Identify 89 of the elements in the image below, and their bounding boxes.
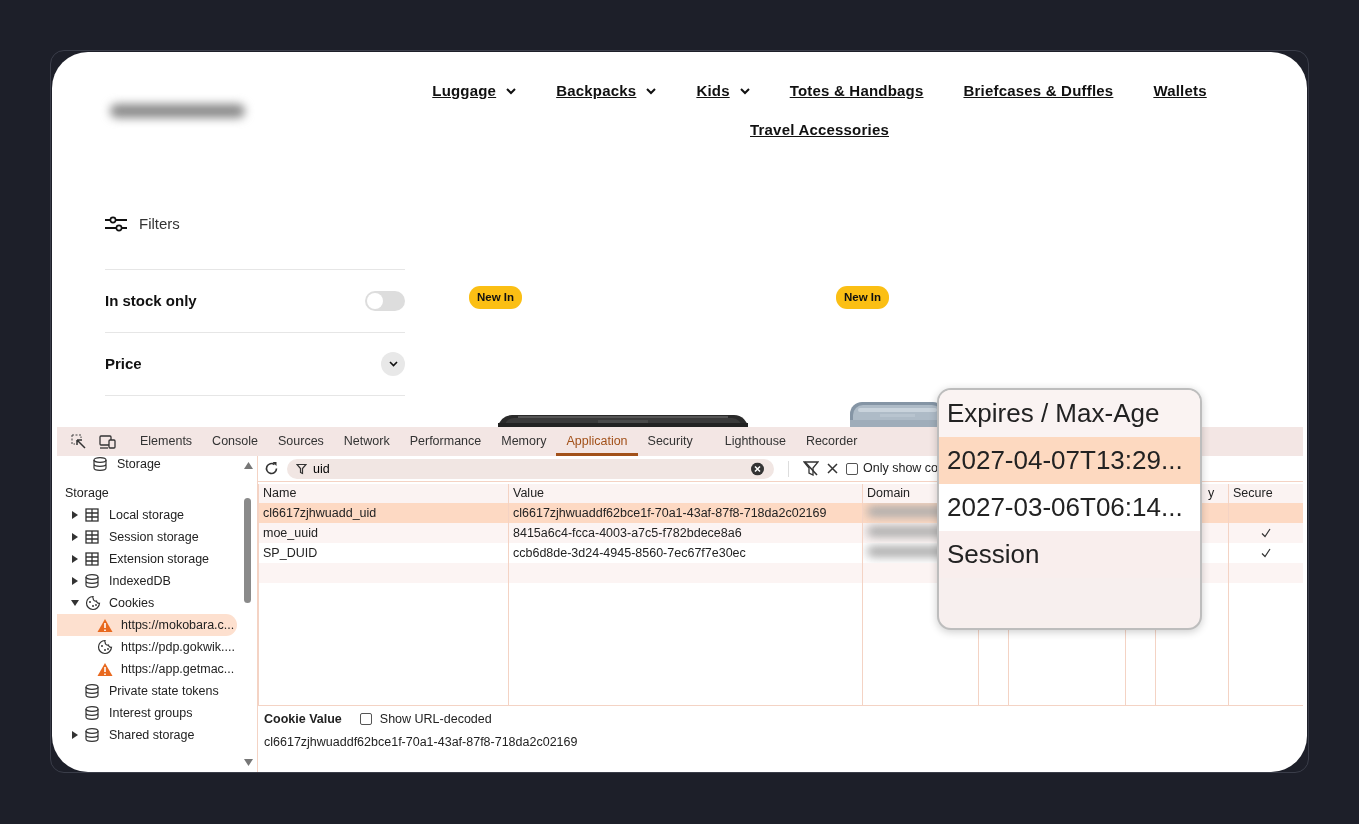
checkbox[interactable]	[359, 713, 372, 726]
tree-item[interactable]: Cookies	[109, 593, 155, 613]
table-icon	[85, 508, 99, 522]
section-heading: Cookie Value	[264, 711, 342, 728]
table-cell: 8415a6c4-fcca-4003-a7c5-f782bdece8a6	[513, 525, 742, 540]
tree-item[interactable]: Shared storage	[109, 725, 195, 745]
checkbox[interactable]	[846, 462, 858, 475]
chevron-down-icon	[739, 87, 750, 95]
filter-label: Price	[105, 353, 142, 374]
filter-label: In stock only	[105, 290, 197, 311]
database-icon	[85, 574, 99, 588]
column-header[interactable]: Name	[263, 486, 297, 501]
warning-icon	[97, 661, 113, 677]
table-cell: cl6617zjhwuadd_uid	[263, 505, 377, 520]
tree-item[interactable]: Local storage	[109, 505, 185, 525]
chevron-down-icon	[388, 361, 398, 367]
devtools-tab[interactable]: Application	[556, 427, 638, 456]
devtools-tab[interactable]: Console	[202, 427, 268, 456]
devtools-tab[interactable]: Sources	[268, 427, 334, 456]
database-icon	[85, 706, 99, 720]
inspect-icon[interactable]	[71, 433, 87, 450]
expand-arrow-icon[interactable]	[72, 555, 78, 563]
tree-item[interactable]: https://pdp.gokwik....	[121, 637, 235, 657]
tree-item[interactable]: Session storage	[109, 527, 199, 547]
devtools-tab[interactable]: Performance	[399, 427, 492, 456]
cookie-value-text: cl6617zjhwuaddf62bce1f-70a1-43af-87f8-718da2c02169	[264, 733, 579, 751]
tree-item[interactable]: Extension storage	[109, 549, 210, 569]
expand-arrow-icon[interactable]	[72, 533, 78, 541]
database-icon	[85, 728, 99, 742]
nav-link[interactable]: Briefcases & Duffles	[963, 80, 1114, 103]
filters-label: Filters	[139, 213, 180, 234]
table-icon	[85, 530, 99, 544]
tree-item[interactable]: IndexedDB	[109, 571, 171, 591]
nav-link[interactable]: Backpacks	[556, 80, 657, 103]
collapse-arrow-icon[interactable]	[71, 600, 79, 606]
table-cell: ccb6d8de-3d24-4945-8560-7ec67f7e30ec	[513, 545, 746, 560]
devtools-tab[interactable]: Elements	[130, 427, 203, 456]
tree-item[interactable]: Storage	[117, 456, 161, 474]
database-icon	[85, 684, 99, 698]
cookie-icon	[97, 639, 113, 655]
sliders-icon[interactable]	[105, 216, 127, 232]
cookie-icon	[85, 595, 101, 611]
new-badge: New In	[469, 286, 523, 310]
new-badge: New In	[836, 286, 890, 310]
column-header: Expires / Max-Age	[947, 397, 1160, 430]
table-cell: SP_DUID	[263, 545, 318, 560]
tree-item[interactable]: https://app.getmac...	[121, 659, 235, 679]
filter-icon	[296, 463, 307, 474]
scroll-up-icon[interactable]	[244, 462, 253, 469]
device-toolbar-icon[interactable]	[99, 434, 116, 449]
tree-item[interactable]: Private state tokens	[109, 681, 219, 701]
devtools-tab[interactable]: Lighthouse	[714, 427, 796, 456]
warning-icon	[97, 617, 113, 633]
close-icon[interactable]	[827, 463, 838, 474]
devtools-tab[interactable]: Memory	[491, 427, 557, 456]
table-cell-text: Session	[947, 538, 1040, 571]
database-icon	[93, 457, 107, 471]
clear-icon[interactable]	[751, 462, 764, 475]
column-header[interactable]: Value	[513, 486, 545, 501]
checkbox-label: Only show co	[863, 460, 939, 478]
table-cell: cl6617zjhwuaddf62bce1f-70a1-43af-87f8-718da2c02169	[513, 505, 827, 520]
scroll-down-icon[interactable]	[244, 759, 253, 766]
devtools-tab[interactable]: Security	[637, 427, 703, 456]
section-heading: Storage	[65, 484, 109, 502]
expand-button[interactable]	[381, 352, 405, 376]
nav-link[interactable]: Travel Accessories	[750, 118, 889, 141]
column-header[interactable]: y	[1208, 486, 1215, 501]
chevron-down-icon	[646, 87, 657, 95]
devtools-tab[interactable]: Recorder	[795, 427, 868, 456]
table-icon	[85, 552, 99, 566]
nav-link[interactable]: Wallets	[1153, 80, 1207, 103]
tree-item[interactable]: Interest groups	[109, 703, 193, 723]
checkbox-label: Show URL-decoded	[379, 711, 492, 728]
table-cell-text: 2027-04-07T13:29...	[947, 444, 1183, 477]
clear-filter-icon[interactable]	[803, 461, 819, 476]
expand-arrow-icon[interactable]	[72, 577, 78, 585]
nav-link[interactable]: Luggage	[432, 80, 517, 103]
nav-link[interactable]: Kids	[696, 80, 750, 103]
expand-arrow-icon[interactable]	[72, 731, 78, 739]
chevron-down-icon	[506, 87, 517, 95]
scrollbar-thumb[interactable]	[244, 498, 251, 603]
table-cell: moe_uuid	[263, 525, 318, 540]
filter-field[interactable]: uid	[287, 458, 774, 479]
expand-arrow-icon[interactable]	[72, 511, 78, 519]
table-cell-text: 2027-03-06T06:14...	[947, 491, 1183, 524]
nav-link[interactable]: Totes & Handbags	[789, 80, 924, 103]
toggle-switch[interactable]	[365, 291, 405, 311]
devtools-tab[interactable]: Network	[333, 427, 400, 456]
refresh-icon[interactable]	[264, 461, 279, 476]
